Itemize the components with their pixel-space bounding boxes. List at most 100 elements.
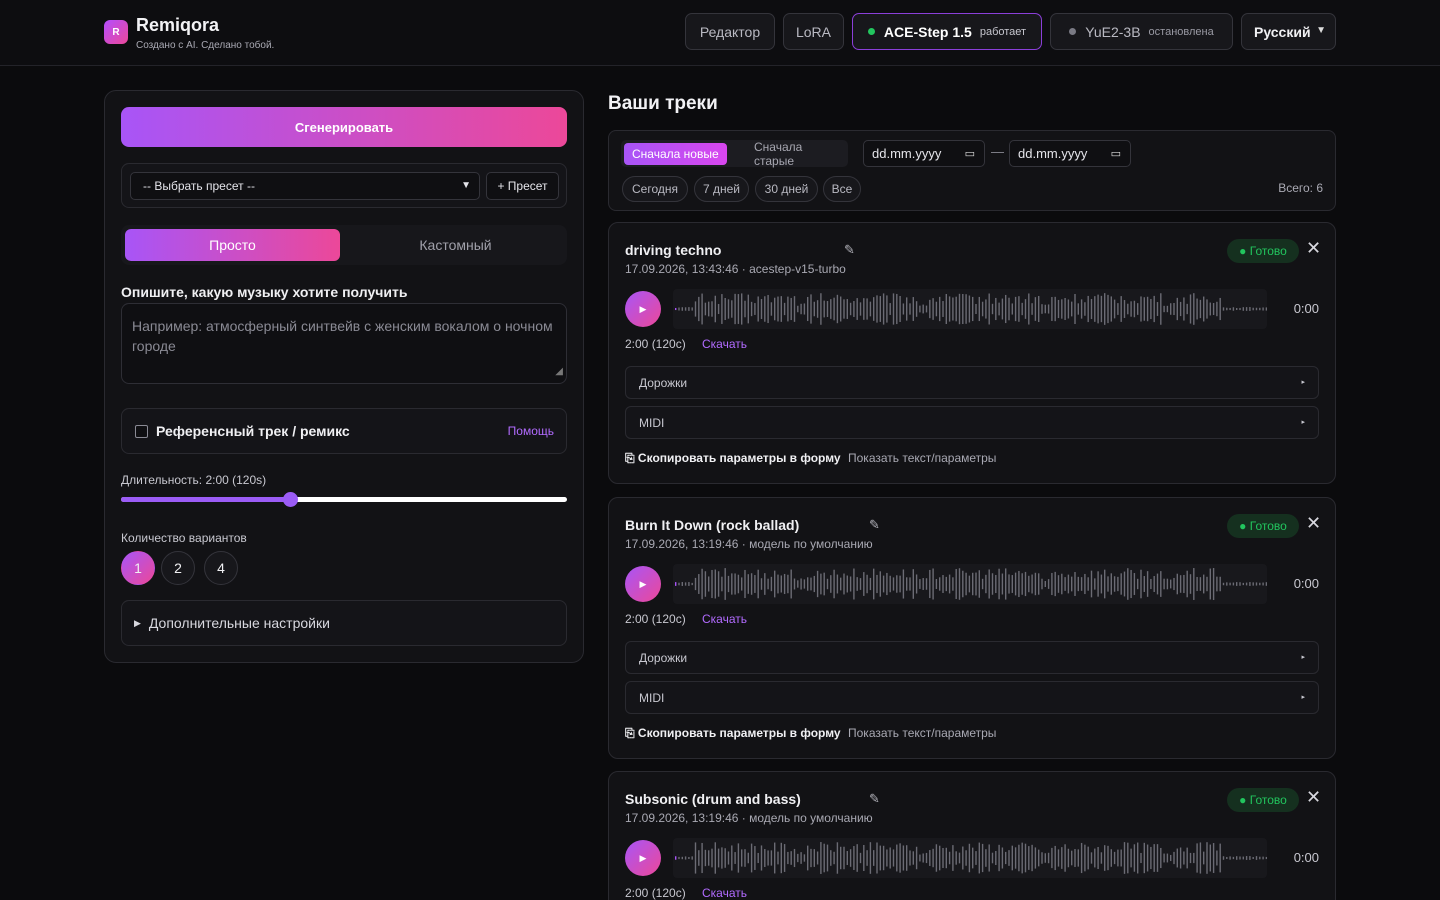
waveform-bar	[879, 296, 881, 322]
waveform-bar	[1120, 573, 1122, 595]
engine-yue-button[interactable]: YuE2-3B остановлена	[1050, 13, 1233, 50]
waveform-bar	[1080, 577, 1083, 591]
waveform-bar	[1216, 576, 1218, 592]
play-button[interactable]: ▶	[625, 566, 661, 602]
help-link[interactable]: Помощь	[508, 424, 554, 438]
generate-button[interactable]: Сгенерировать	[121, 107, 567, 147]
waveform-bar	[734, 573, 736, 595]
waveform-bar	[724, 848, 726, 868]
engine-name: YuE2-3B	[1085, 23, 1141, 40]
waveform-bar	[731, 845, 733, 871]
waveform-bar	[704, 571, 707, 597]
copy-params-button[interactable]: ⎘ Скопировать параметры в форму	[625, 726, 841, 741]
waveform-bar	[853, 301, 855, 317]
waveform-bar	[882, 575, 885, 593]
waveform-bar	[1140, 569, 1142, 599]
download-link[interactable]: Скачать	[702, 337, 747, 351]
waveform[interactable]	[673, 838, 1267, 878]
waveform-bar	[783, 844, 786, 872]
variant-option-1[interactable]: 1	[121, 551, 155, 585]
engine-acestep-button[interactable]: ACE-Step 1.5 работает	[852, 13, 1042, 50]
filter-all-chip[interactable]: Все	[823, 176, 861, 202]
midi-section-toggle[interactable]: MIDI ▸	[625, 681, 1319, 714]
waveform-bar	[978, 296, 980, 322]
waveform-bar	[945, 576, 947, 592]
download-link[interactable]: Скачать	[702, 886, 747, 900]
waveform-bar	[717, 303, 720, 315]
stems-section-toggle[interactable]: Дорожки ▸	[625, 366, 1319, 399]
waveform-bar	[727, 575, 730, 593]
waveform-bar	[856, 844, 858, 872]
description-textarea[interactable]: Например: атмосферный синтвейв с женским…	[121, 303, 567, 384]
tab-simple[interactable]: Просто	[125, 229, 340, 261]
waveform-bar	[991, 303, 994, 315]
preset-select-value: -- Выбрать пресет --	[143, 179, 255, 193]
waveform-bar	[833, 297, 835, 321]
waveform[interactable]	[673, 564, 1267, 604]
preset-select[interactable]: -- Выбрать пресет -- ▼	[130, 172, 480, 200]
sort-oldest-button[interactable]: Сначала старые	[746, 140, 848, 168]
brand-name[interactable]: Remiqora	[136, 15, 219, 36]
close-icon[interactable]: ✕	[1306, 787, 1321, 807]
midi-section-toggle[interactable]: MIDI ▸	[625, 406, 1319, 439]
play-button[interactable]: ▶	[625, 291, 661, 327]
show-params-button[interactable]: Показать текст/параметры	[848, 451, 996, 465]
lora-button[interactable]: LoRA	[783, 13, 844, 50]
waveform-bar	[1222, 307, 1225, 311]
reference-checkbox[interactable]	[135, 425, 148, 438]
waveform-bar	[968, 843, 971, 873]
waveform-bar	[1031, 844, 1033, 872]
play-button[interactable]: ▶	[625, 840, 661, 876]
waveform-bar	[1252, 307, 1254, 311]
chevron-down-icon: ▼	[1316, 25, 1326, 36]
edit-pencil-icon[interactable]: ✎	[869, 517, 880, 533]
waveform-bar	[1094, 848, 1096, 868]
calendar-icon[interactable]: ▭	[1111, 147, 1121, 160]
waveform-bar	[873, 850, 875, 866]
filter-today-chip[interactable]: Сегодня	[622, 176, 688, 202]
playback-time: 0:00	[1293, 576, 1319, 591]
filter-7-days-chip[interactable]: 7 дней	[694, 176, 749, 202]
waveform-bar	[1173, 302, 1175, 316]
duration-slider-thumb[interactable]	[283, 492, 299, 507]
tab-custom[interactable]: Кастомный	[348, 229, 563, 261]
stems-section-toggle[interactable]: Дорожки ▸	[625, 641, 1319, 674]
waveform-bar	[717, 848, 720, 868]
waveform-bar	[807, 296, 809, 322]
sort-newest-button[interactable]: Сначала новые	[624, 143, 727, 165]
variant-option-4[interactable]: 4	[204, 551, 238, 585]
resize-grip-icon[interactable]: ◢	[555, 362, 563, 382]
waveform-bar	[823, 300, 825, 318]
waveform-bar	[1100, 295, 1103, 323]
add-preset-button[interactable]: + Пресет	[486, 172, 559, 200]
waveform-bar	[995, 850, 997, 866]
waveform-bar	[929, 850, 931, 866]
show-params-button[interactable]: Показать текст/параметры	[848, 726, 996, 740]
advanced-settings-toggle[interactable]: ▶ Дополнительные настройки	[121, 600, 567, 646]
calendar-icon[interactable]: ▭	[965, 147, 975, 160]
tracks-total-count: Всего: 6	[1278, 181, 1323, 195]
variant-option-2[interactable]: 2	[161, 551, 195, 585]
close-icon[interactable]: ✕	[1306, 513, 1321, 533]
waveform-bar	[991, 852, 994, 864]
edit-pencil-icon[interactable]: ✎	[869, 791, 880, 807]
waveform-bar	[767, 294, 769, 324]
filter-30-days-chip[interactable]: 30 дней	[755, 176, 818, 202]
edit-pencil-icon[interactable]: ✎	[844, 242, 855, 258]
copy-params-button[interactable]: ⎘ Скопировать параметры в форму	[625, 451, 841, 466]
waveform[interactable]	[673, 289, 1267, 329]
language-select[interactable]: Русский ▼	[1241, 13, 1336, 50]
waveform-bar	[1054, 571, 1056, 597]
waveform-bar	[1130, 848, 1132, 868]
waveform-bar	[1170, 579, 1172, 589]
close-icon[interactable]: ✕	[1306, 238, 1321, 258]
editor-button[interactable]: Редактор	[685, 13, 775, 50]
duration-slider[interactable]	[121, 492, 567, 507]
download-link[interactable]: Скачать	[702, 612, 747, 626]
waveform-bar	[1123, 300, 1126, 318]
duration-slider-fill	[121, 497, 291, 502]
waveform-bar	[744, 300, 746, 318]
date-to-input[interactable]: dd.mm.yyyy ▭	[1009, 140, 1131, 167]
date-from-input[interactable]: dd.mm.yyyy ▭	[863, 140, 985, 167]
waveform-bar	[741, 293, 743, 325]
